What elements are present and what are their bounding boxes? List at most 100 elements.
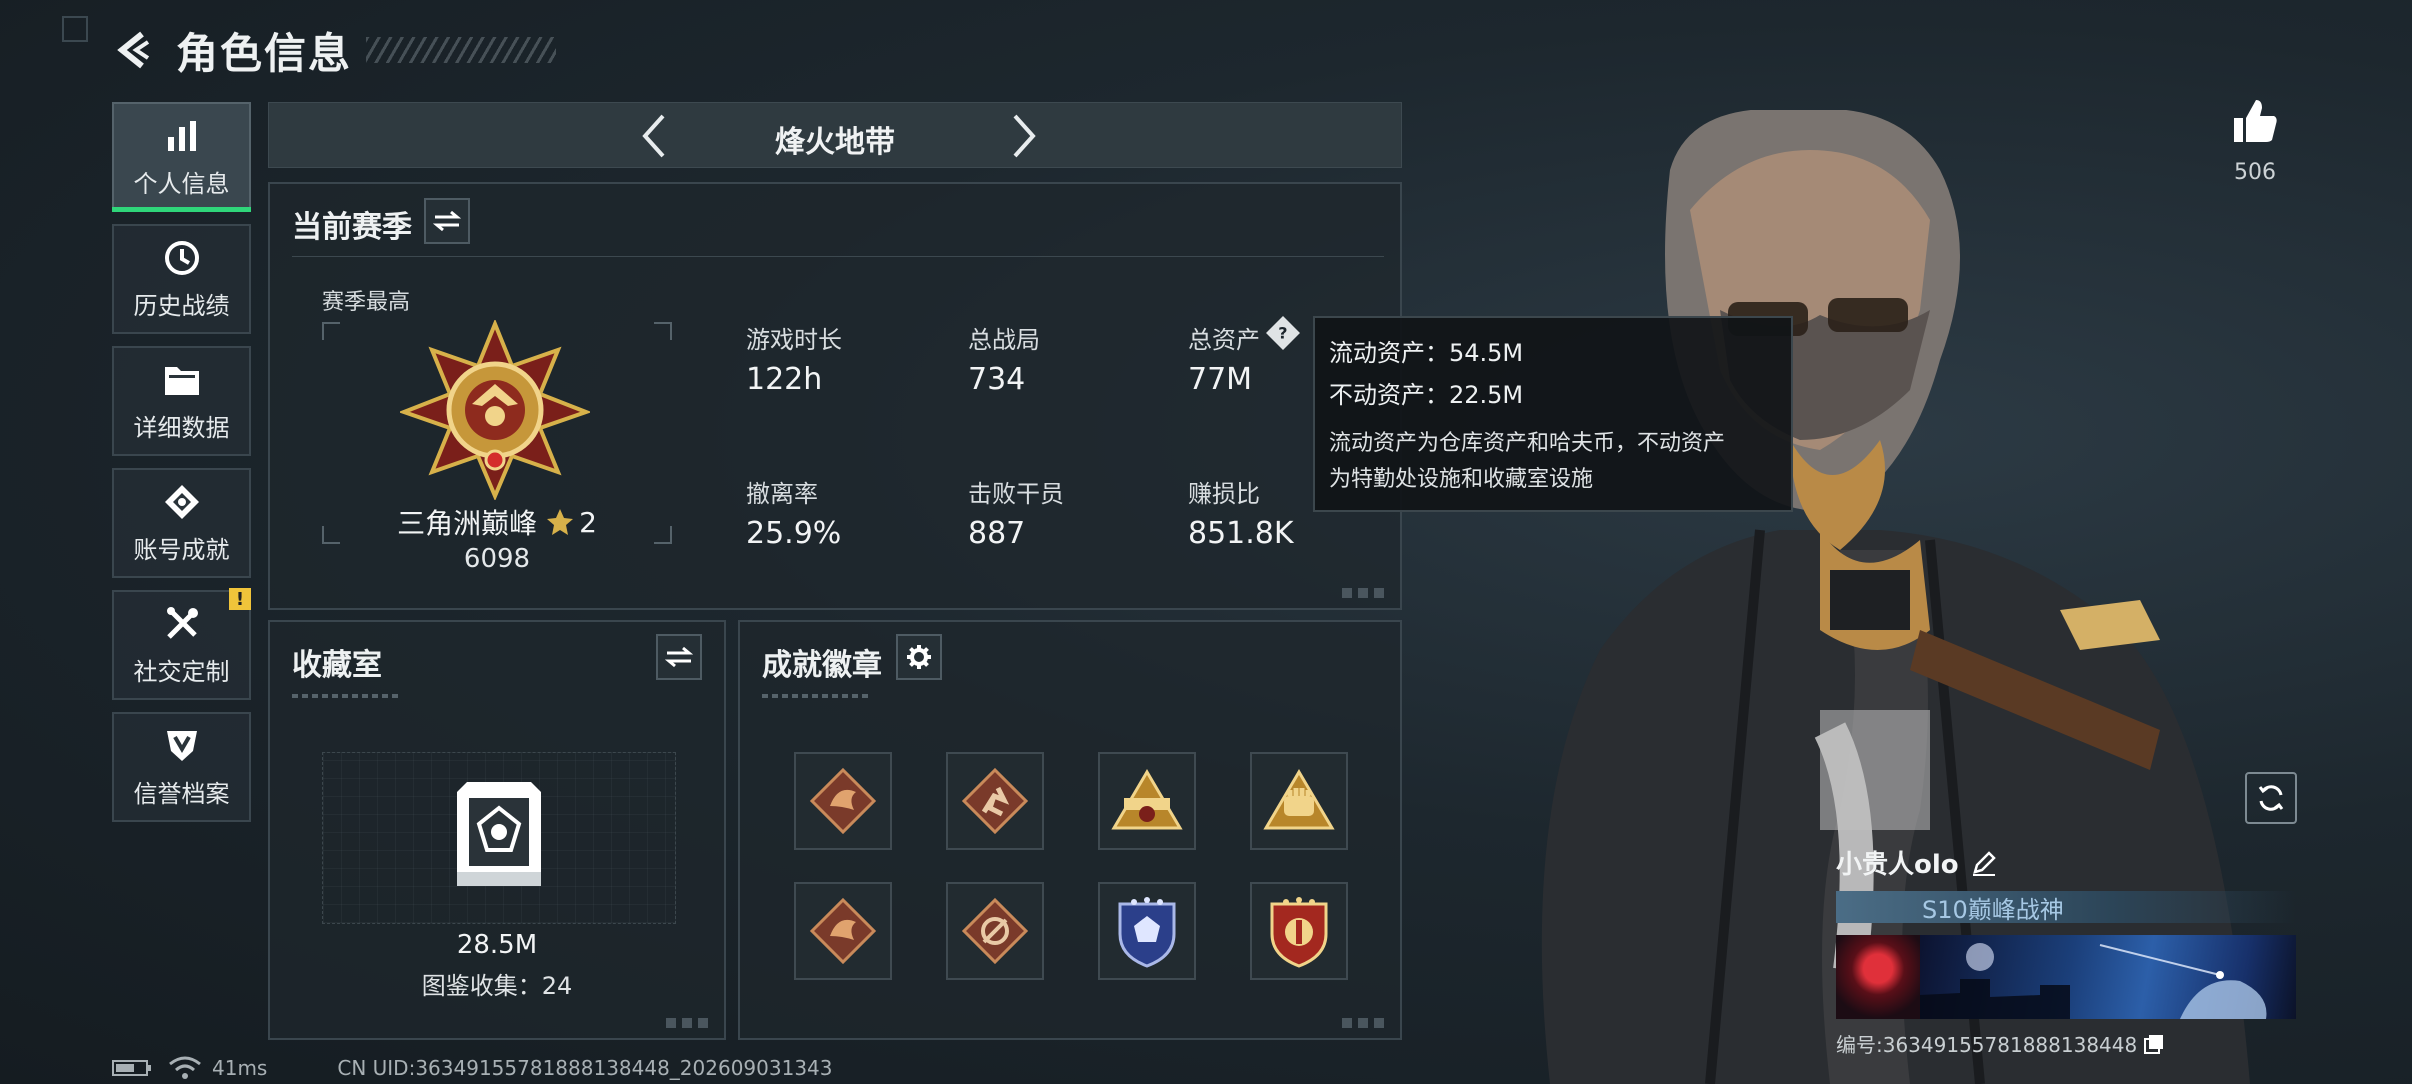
collection-catalog: 图鉴收集：24 [421,972,573,1000]
achievement-icon [162,482,202,522]
stat-playtime-value: 122h [746,362,823,397]
title-stripes [366,37,557,63]
stat-assets-value: 77M [1188,362,1253,397]
sidebar-item-label: 详细数据 [133,413,230,442]
sidebar-item-label: 个人信息 [133,169,230,198]
badge-red-shield[interactable] [1250,882,1348,980]
like-count: 506 [2234,160,2276,185]
mode-next-button[interactable] [999,111,1049,161]
status-bar: 41ms CN UID:36349155781888138448_2026090… [112,1056,833,1080]
mode-selector: 烽火地带 [268,102,1402,168]
badge-gold-triangle[interactable] [1098,752,1196,850]
back-button[interactable] [112,28,156,72]
gear-icon [907,645,931,669]
collection-value: 28.5M [456,930,538,960]
stat-profit-ratio-value: 851.8K [1188,516,1294,551]
badge-runner[interactable] [946,752,1044,850]
wifi-icon [169,1056,201,1079]
rank-score: 6098 [463,544,531,574]
corner-deco [666,1018,714,1028]
stat-playtime-label: 游戏时长 [746,326,842,354]
ping-value: 41ms [212,1056,268,1080]
tooltip-description-line-2: 为特勤处设施和收藏室设施 [1329,467,1594,492]
star-icon [547,509,574,535]
edit-icon[interactable] [1971,850,1997,876]
sidebar-item-history[interactable]: 历史战绩 [112,224,251,334]
season-title: 当前赛季 [292,210,412,245]
badges-panel: 成就徽章 [738,620,1402,1040]
showcase-icon [453,778,545,888]
sidebar-item-social-custom[interactable]: 社交定制 ! [112,588,251,700]
history-icon [162,238,202,278]
sidebar-item-label: 信誉档案 [133,779,230,808]
rank-name-row: 三角洲巅峰 2 [322,502,672,542]
sidebar: 个人信息 历史战绩 详细数据 账号成就 社交定制 ! 信誉档案 [112,102,251,834]
like-button[interactable] [2232,98,2278,144]
copy-icon[interactable] [2143,1033,2165,1055]
reputation-icon [162,726,202,766]
stat-matches-value: 734 [968,362,1026,397]
collection-switch-button[interactable] [656,634,702,680]
rank-stars: 2 [579,505,597,539]
player-uid: 编号:36349155781888138448 [1836,1033,2138,1057]
refresh-button[interactable] [2245,772,2297,824]
stat-kills-label: 击败干员 [968,480,1064,508]
avatar[interactable] [1836,935,1920,1019]
stat-matches-label: 总战局 [968,326,1040,354]
cn-uid: CN UID:36349155781888138448_202609031343 [337,1056,833,1080]
tooltip-fixed-assets: 不动资产：22.5M [1329,381,1524,409]
player-name-row: 小贵人olo [1836,844,2296,881]
badges-settings-button[interactable] [896,634,942,680]
corner-mark [62,16,88,42]
assets-tooltip: 流动资产：54.5M 不动资产：22.5M 流动资产为仓库资产和哈夫币，不动资产… [1313,316,1793,512]
tooltip-description-line-1: 流动资产为仓库资产和哈夫币，不动资产 [1329,431,1726,456]
refresh-icon [2258,785,2284,811]
collection-panel: 收藏室 28.5M 图鉴收集：24 [268,620,726,1040]
badges-title: 成就徽章 [762,648,882,683]
thumbs-up-icon [2234,100,2277,142]
decorative-line [292,694,402,698]
mode-title: 烽火地带 [775,125,895,160]
badge-gold-fist[interactable] [1250,752,1348,850]
collection-title: 收藏室 [292,648,382,683]
header: 角色信息 [112,20,557,80]
rank-name: 三角洲巅峰 [397,507,538,540]
badge-blue-shield[interactable] [1098,882,1196,980]
season-switch-button[interactable] [424,198,470,244]
badge-dragon[interactable] [794,752,892,850]
corner-deco [1342,588,1390,598]
tooltip-liquid-assets: 流动资产：54.5M [1329,339,1524,367]
stat-extract-rate-label: 撤离率 [746,480,818,508]
sidebar-item-label: 历史战绩 [133,291,230,320]
rank-emblem-icon [398,318,592,502]
divider [292,256,1384,257]
sidebar-item-reputation[interactable]: 信誉档案 [112,712,251,822]
page-title: 角色信息 [176,28,353,78]
sidebar-item-label: 账号成就 [133,535,230,564]
swap-icon [665,646,693,668]
stat-extract-rate-value: 25.9% [746,516,842,551]
swap-icon [433,210,461,232]
sidebar-item-detailed-data[interactable]: 详细数据 [112,346,251,456]
notification-badge: ! [229,588,251,610]
player-name: 小贵人olo [1836,850,1959,880]
season-best-label: 赛季最高 [322,290,411,315]
badge-dragon-2[interactable] [794,882,892,980]
bar-chart-icon [162,116,202,156]
badge-target[interactable] [946,882,1044,980]
player-uid-row: 编号:36349155781888138448 [1836,1029,2296,1058]
stat-kills-value: 887 [968,516,1026,551]
battery-icon [112,1060,151,1076]
banner-art [1920,935,2296,1019]
corner-deco [1342,1018,1390,1028]
chevron-right-icon [1013,114,1036,158]
decorative-line [762,694,872,698]
sidebar-item-personal-info[interactable]: 个人信息 [112,102,251,212]
sidebar-item-label: 社交定制 [133,657,230,686]
tools-icon [162,604,202,644]
folder-icon [162,360,202,400]
screen: 角色信息 个人信息 历史战绩 详细数据 账号成就 社交定制 ! 信誉档案 烽火地… [0,0,2412,1084]
sidebar-item-achievements[interactable]: 账号成就 [112,468,251,578]
player-title: S10巅峰战神 [1922,895,2064,924]
player-banner[interactable] [1836,935,2296,1019]
